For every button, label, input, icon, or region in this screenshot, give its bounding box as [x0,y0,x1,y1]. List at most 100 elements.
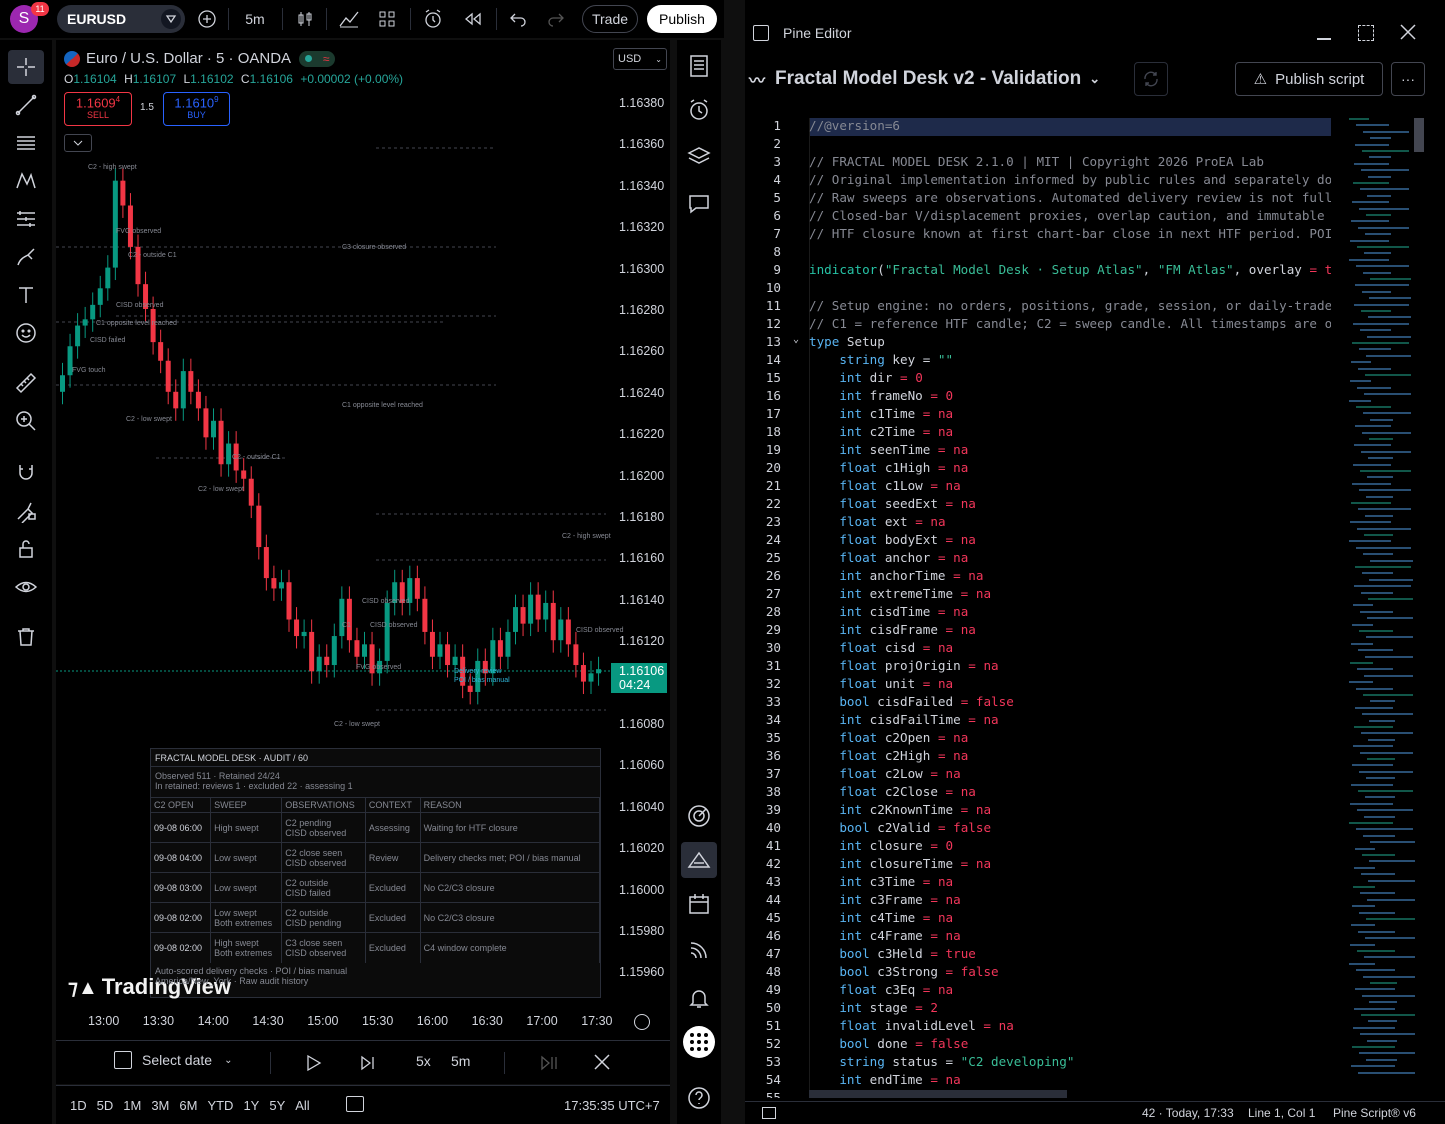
code-line[interactable]: float c2Low = na [809,766,1331,781]
code-line[interactable]: float invalidLevel = na [809,1018,1331,1033]
code-line[interactable]: int c3Frame = na [809,892,1331,907]
eye-icon[interactable] [8,570,44,604]
lock-icon[interactable] [8,532,44,566]
lock-drawing-icon[interactable] [8,494,44,528]
compare-icon[interactable] [161,9,181,29]
chat-icon[interactable] [681,186,717,222]
range-button[interactable]: 1M [123,1098,141,1113]
watchlist-icon[interactable] [681,48,717,84]
code-line[interactable]: int closure = 0 [809,838,1331,853]
target-icon[interactable] [681,798,717,834]
code-line[interactable]: bool c3Strong = false [809,964,1331,979]
sell-button[interactable]: 1.16094 SELL [64,92,132,126]
news-feed-icon[interactable] [681,932,717,968]
code-line[interactable]: bool done = false [809,1036,1331,1051]
buy-button[interactable]: 1.16109 BUY [163,92,230,126]
jump-to-realtime-icon[interactable] [540,1054,558,1077]
symbol-search[interactable]: EURUSD [57,5,185,33]
code-line[interactable]: //@version=6 [809,118,1331,133]
range-button[interactable]: 1D [70,1098,87,1113]
range-button[interactable]: 5Y [269,1098,285,1113]
trade-button[interactable]: Trade [582,5,638,33]
script-selector[interactable]: 〰 Fractal Model Desk v2 - Validation ⌄ [749,67,1100,91]
code-line[interactable]: bool c2Valid = false [809,820,1331,835]
emoji-icon[interactable] [8,316,44,350]
help-icon[interactable] [681,1080,717,1116]
code-line[interactable]: int frameNo = 0 [809,388,1331,403]
publish-script-button[interactable]: ⚠ Publish script [1235,62,1383,96]
range-button[interactable]: 3M [151,1098,169,1113]
zoom-icon[interactable] [8,404,44,438]
code-line[interactable]: bool c3Held = true [809,946,1331,961]
close-replay-icon[interactable] [593,1053,611,1076]
chart-type-icon[interactable] [292,4,318,34]
layers-icon[interactable] [681,138,717,174]
brush-icon[interactable] [8,240,44,274]
chart-pane[interactable]: Euro / U.S. Dollar · 5 · OANDA ≈ O1.1610… [56,40,670,1040]
trend-line-icon[interactable] [8,88,44,122]
range-button[interactable]: YTD [207,1098,233,1113]
code-line[interactable]: int cisdFailTime = na [809,712,1331,727]
range-button[interactable]: 6M [179,1098,197,1113]
hscroll[interactable] [809,1090,1067,1098]
code-line[interactable]: float cisd = na [809,640,1331,655]
reload-icon[interactable] [1134,62,1168,96]
code-line[interactable]: float c1Low = na [809,478,1331,493]
more-options-icon[interactable]: ··· [1391,62,1425,96]
range-button[interactable]: 5D [97,1098,114,1113]
code-line[interactable]: float c2Close = na [809,784,1331,799]
alert-icon[interactable] [420,4,446,34]
code-line[interactable]: // Raw sweeps are observations. Automate… [809,190,1331,205]
code-line[interactable]: int endTime = na [809,1072,1331,1087]
code-line[interactable]: indicator("Fractal Model Desk · Setup At… [809,262,1331,277]
code-line[interactable]: int anchorTime = na [809,568,1331,583]
code-line[interactable]: float c3Eq = na [809,982,1331,997]
range-button[interactable]: 1Y [243,1098,259,1113]
code-line[interactable]: bool cisdFailed = false [809,694,1331,709]
scrollbar[interactable] [1414,118,1424,152]
code-line[interactable]: int c3Time = na [809,874,1331,889]
code-line[interactable]: type Setup [809,334,1331,349]
clock-label[interactable]: 17:35:35 UTC+7 [564,1098,660,1113]
trash-icon[interactable] [8,620,44,654]
code-line[interactable]: int c2KnownTime = na [809,802,1331,817]
code-line[interactable]: float c1High = na [809,460,1331,475]
code-line[interactable]: float unit = na [809,676,1331,691]
text-icon[interactable] [8,278,44,312]
pine-editor-icon[interactable] [681,842,717,878]
code-line[interactable]: // Closed-bar V/displacement proxies, ov… [809,208,1331,223]
editor-back-icon[interactable] [753,25,769,41]
range-button[interactable]: All [295,1098,309,1113]
replay-interval-button[interactable]: 5m [451,1053,470,1069]
code-line[interactable]: float c2Open = na [809,730,1331,745]
speed-button[interactable]: 5x [416,1053,431,1069]
calendar-widget-icon[interactable] [681,886,717,922]
code-line[interactable]: int c4Frame = na [809,928,1331,943]
code-line[interactable]: // Setup engine: no orders, positions, g… [809,298,1331,313]
code-line[interactable]: float projOrigin = na [809,658,1331,673]
fold-icon[interactable]: ⌄ [793,334,799,345]
minimap[interactable] [1335,118,1415,1098]
layout-icon[interactable] [374,4,400,34]
code-line[interactable]: int c1Time = na [809,406,1331,421]
play-icon[interactable] [306,1054,322,1077]
alerts-clock-icon[interactable] [681,92,717,128]
ruler-icon[interactable] [8,366,44,400]
notifications-icon[interactable] [681,980,717,1016]
axis-settings-icon[interactable] [634,1014,650,1030]
horizontal-lines-icon[interactable] [8,126,44,160]
undo-icon[interactable] [506,4,530,34]
pattern-icon[interactable] [8,164,44,198]
console-icon[interactable] [762,1107,776,1119]
compare-date-icon[interactable] [346,1096,364,1112]
fib-icon[interactable] [8,202,44,236]
interval-button[interactable]: 5m [240,4,270,34]
maximize-icon[interactable] [1358,25,1374,41]
code-line[interactable]: float bodyExt = na [809,532,1331,547]
close-editor-icon[interactable] [1400,24,1416,45]
code-line[interactable]: // HTF closure known at first chart-bar … [809,226,1331,241]
code-line[interactable]: int seenTime = na [809,442,1331,457]
code-line[interactable]: string status = "C2 developing" [809,1054,1331,1069]
code-line[interactable]: int extremeTime = na [809,586,1331,601]
code-line[interactable]: int c4Time = na [809,910,1331,925]
